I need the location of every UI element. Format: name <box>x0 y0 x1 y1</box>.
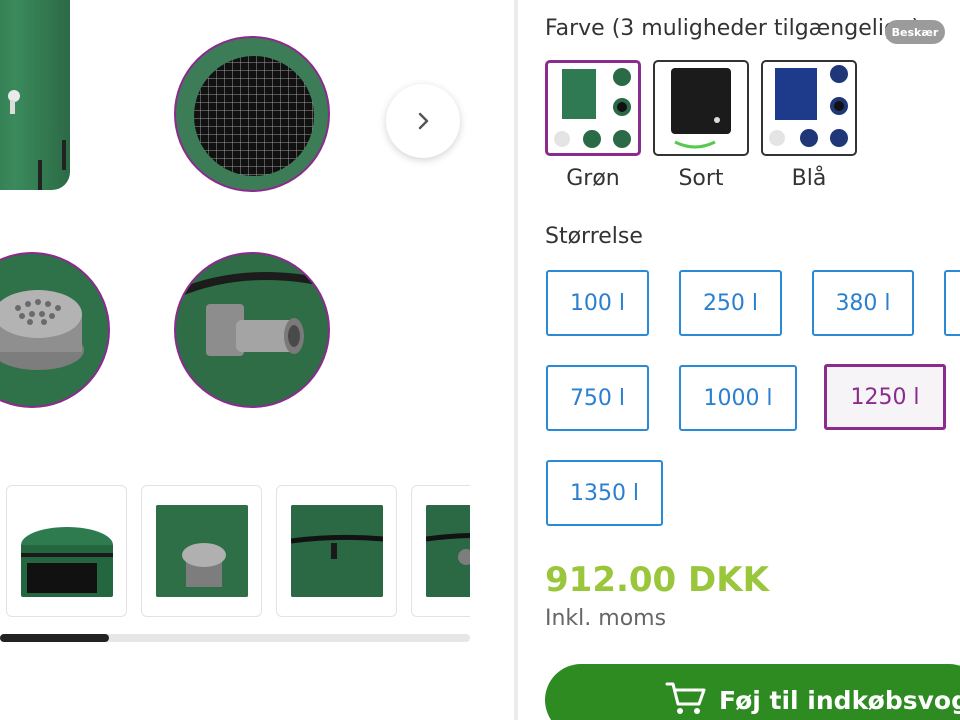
thumbnail[interactable] <box>411 485 470 617</box>
gallery-image-filter[interactable] <box>0 252 110 408</box>
size-option-250[interactable]: 250 l <box>679 270 782 336</box>
add-to-cart-button[interactable]: Føj til indkøbsvogn <box>545 664 960 720</box>
gallery-image-mesh[interactable] <box>174 36 330 192</box>
color-swatch-black[interactable] <box>653 60 749 156</box>
color-label-black: Sort <box>678 166 724 191</box>
thumbnail[interactable] <box>276 485 397 617</box>
size-option-1000[interactable]: 1000 l <box>679 365 797 431</box>
product-options-panel: Farve (3 muligheder tilgængelige) Beskær <box>518 0 960 720</box>
size-option-750[interactable]: 750 l <box>546 365 649 431</box>
size-option-1350[interactable]: 1350 l <box>546 460 663 526</box>
thumbnail[interactable] <box>141 485 262 617</box>
size-heading: Størrelse <box>545 224 643 249</box>
size-option-1250[interactable]: 1250 l <box>824 364 946 430</box>
color-heading: Farve (3 muligheder tilgængelige) <box>545 16 921 41</box>
product-gallery <box>0 0 515 720</box>
product-page: Farve (3 muligheder tilgængelige) Beskær <box>0 0 960 720</box>
gallery-next-button[interactable] <box>386 84 460 158</box>
tap-icon <box>8 90 20 114</box>
chevron-right-icon <box>418 112 429 130</box>
cart-icon <box>665 682 706 714</box>
color-swatch-green[interactable] <box>545 60 641 156</box>
color-label-green: Grøn <box>566 166 620 191</box>
size-option-partial[interactable] <box>944 270 960 336</box>
size-option-380[interactable]: 380 l <box>812 270 914 336</box>
crop-badge[interactable]: Beskær <box>885 20 945 44</box>
thumbnail-scrollbar-thumb[interactable] <box>0 634 109 642</box>
color-label-blue: Blå <box>791 166 827 191</box>
gallery-image-connector[interactable] <box>174 252 330 408</box>
size-option-100[interactable]: 100 l <box>546 270 649 336</box>
vat-note: Inkl. moms <box>545 606 667 631</box>
color-swatch-blue[interactable] <box>761 60 857 156</box>
price: 912.00 DKK <box>545 560 769 600</box>
gallery-image-tank[interactable] <box>0 0 90 200</box>
add-to-cart-label: Føj til indkøbsvogn <box>719 685 960 715</box>
thumbnail[interactable] <box>6 485 127 617</box>
thumbnail-strip <box>0 485 470 619</box>
